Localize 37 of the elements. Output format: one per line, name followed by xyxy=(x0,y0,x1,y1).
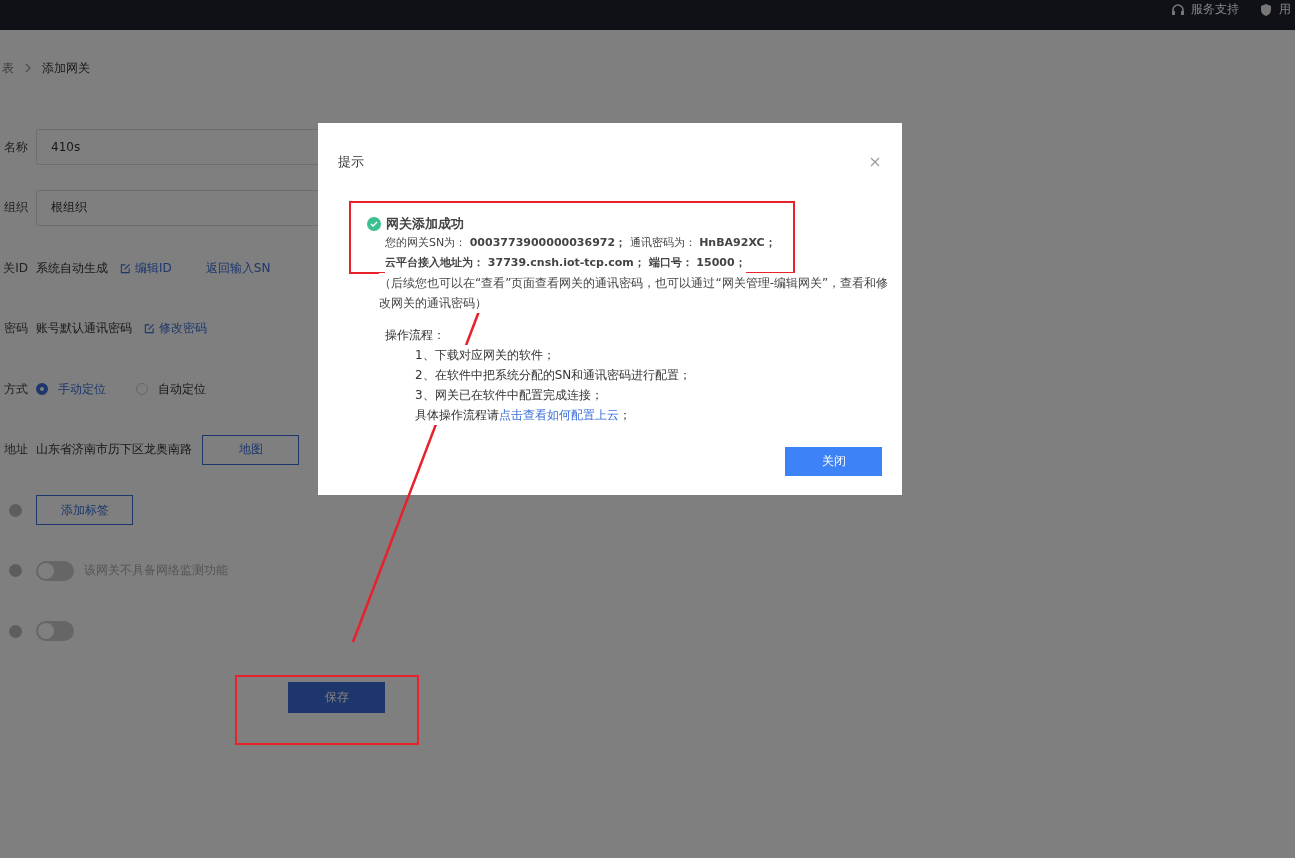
form-label: 组织 xyxy=(4,199,28,217)
breadcrumb-item: 添加网关 xyxy=(42,59,90,77)
dialog-title: 提示 xyxy=(338,153,364,171)
header-link[interactable]: 用 xyxy=(1279,1,1291,18)
form-label: 关ID xyxy=(3,259,28,277)
close-button[interactable]: 关闭 xyxy=(785,447,882,476)
form-label: 方式 xyxy=(4,380,28,398)
link[interactable]: 返回输入SN xyxy=(205,259,271,277)
form-label: 密码 xyxy=(4,320,28,338)
toggle-switch[interactable] xyxy=(36,621,74,642)
note-text: （后续您也可以在“查看”页面查看网关的通讯密码，也可以通过“网关管理-编辑网关”，查看和修改网关的通讯密码） xyxy=(379,273,889,313)
form-label: 地址 xyxy=(4,441,28,459)
field-value: 系统自动生成 xyxy=(36,259,108,277)
radio-label[interactable]: 手动定位 xyxy=(58,380,106,398)
add-tag-button[interactable]: 添加标签 xyxy=(36,495,133,526)
link[interactable]: 修改密码 xyxy=(159,320,207,338)
map-button[interactable]: 地图 xyxy=(202,434,299,465)
help-icon[interactable] xyxy=(9,624,22,638)
address-text: 山东省济南市历下区龙奥南路 xyxy=(36,441,192,459)
radio-button[interactable] xyxy=(36,383,48,396)
help-icon[interactable] xyxy=(9,564,22,578)
help-link[interactable]: 点击查看如何配置上云 xyxy=(499,408,619,422)
toggle-switch[interactable] xyxy=(36,560,74,581)
header-link[interactable]: 服务支持 xyxy=(1191,1,1239,18)
check-circle-icon xyxy=(367,217,381,231)
success-title: 网关添加成功 xyxy=(386,215,464,233)
radio-label[interactable]: 自动定位 xyxy=(158,380,206,398)
save-button[interactable]: 保存 xyxy=(288,681,385,713)
help-icon[interactable] xyxy=(9,503,22,517)
link[interactable]: 编辑ID xyxy=(135,259,172,277)
chevron-right-icon xyxy=(24,63,32,73)
breadcrumb-item[interactable]: 表 xyxy=(2,59,14,77)
close-icon[interactable] xyxy=(870,157,880,167)
field-value: 账号默认通讯密码 xyxy=(36,320,132,338)
shield-icon xyxy=(1259,2,1273,17)
form-label: 名称 xyxy=(4,138,28,156)
headset-icon xyxy=(1171,2,1185,17)
